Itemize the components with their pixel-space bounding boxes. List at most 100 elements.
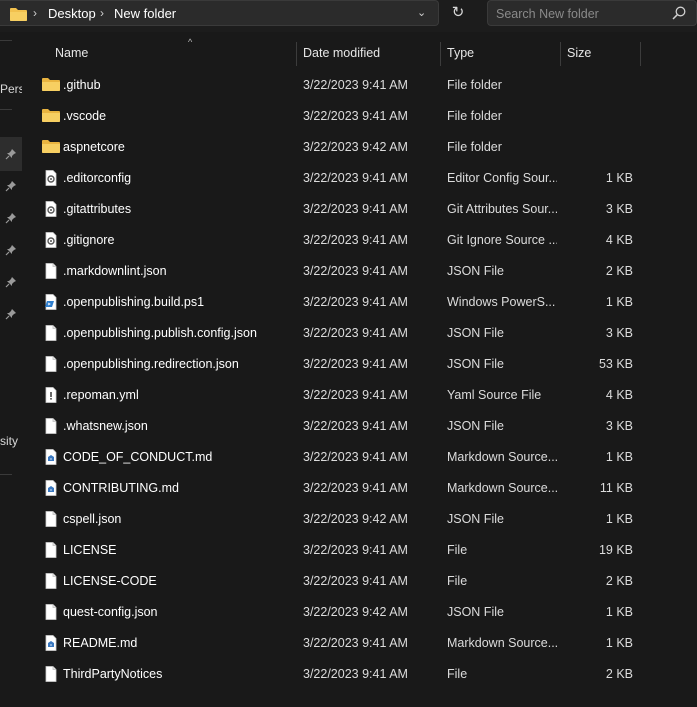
file-row[interactable]: aspnetcore 3/22/2023 9:42 AM File folder bbox=[22, 132, 697, 163]
refresh-button[interactable]: ↻ bbox=[445, 2, 471, 24]
powershell-file-icon bbox=[42, 294, 60, 310]
file-type: File bbox=[447, 574, 468, 588]
file-size: 1 KB bbox=[605, 636, 633, 650]
file-name: aspnetcore bbox=[63, 140, 125, 154]
file-type: File bbox=[447, 543, 468, 557]
chevron-down-icon[interactable]: ⌄ bbox=[417, 6, 426, 19]
file-type: Markdown Source... bbox=[447, 636, 557, 650]
pin-icon[interactable] bbox=[5, 244, 17, 256]
column-divider[interactable] bbox=[560, 42, 561, 66]
file-icon bbox=[42, 263, 60, 279]
config-file-icon bbox=[42, 232, 60, 248]
folder-icon bbox=[42, 108, 60, 124]
column-header-type[interactable]: Type bbox=[447, 46, 474, 60]
file-row[interactable]: .whatsnew.json 3/22/2023 9:41 AM JSON File… bbox=[22, 411, 697, 442]
file-type: File folder bbox=[447, 140, 502, 154]
file-size: 11 KB bbox=[599, 481, 633, 495]
file-name: README.md bbox=[63, 636, 138, 650]
search-box[interactable] bbox=[487, 0, 697, 26]
file-type: Editor Config Sour... bbox=[447, 171, 557, 185]
file-row[interactable]: .gitignore 3/22/2023 9:41 AM Git Ignore So… bbox=[22, 225, 697, 256]
file-date-modified: 3/22/2023 9:41 AM bbox=[303, 481, 408, 495]
file-row[interactable]: .openpublishing.redirection.json 3/22/202… bbox=[22, 349, 697, 380]
column-divider[interactable] bbox=[440, 42, 441, 66]
file-type: JSON File bbox=[447, 605, 504, 619]
column-header-date-modified[interactable]: Date modified bbox=[303, 46, 380, 60]
divider bbox=[0, 109, 12, 110]
file-row[interactable]: .gitattributes 3/22/2023 9:41 AM Git Attri… bbox=[22, 194, 697, 225]
file-row[interactable]: .openpublishing.build.ps1 3/22/2023 9:41 … bbox=[22, 287, 697, 318]
file-name: cspell.json bbox=[63, 512, 122, 526]
file-type: JSON File bbox=[447, 419, 504, 433]
file-row[interactable]: CODE_OF_CONDUCT.md 3/22/2023 9:41 AM Markd… bbox=[22, 442, 697, 473]
file-date-modified: 3/22/2023 9:41 AM bbox=[303, 357, 408, 371]
breadcrumb-new-folder[interactable]: New folder bbox=[114, 6, 176, 21]
file-name: .vscode bbox=[63, 109, 107, 123]
folder-icon bbox=[10, 7, 27, 24]
column-header-name[interactable]: Name bbox=[55, 46, 88, 60]
pin-icon[interactable] bbox=[5, 148, 17, 160]
file-type: File folder bbox=[447, 109, 502, 123]
column-header-size[interactable]: Size bbox=[567, 46, 591, 60]
file-date-modified: 3/22/2023 9:41 AM bbox=[303, 109, 408, 123]
file-date-modified: 3/22/2023 9:42 AM bbox=[303, 605, 408, 619]
file-row[interactable]: README.md 3/22/2023 9:41 AM Markdown Sourc… bbox=[22, 628, 697, 659]
file-row[interactable]: .vscode 3/22/2023 9:41 AM File folder bbox=[22, 101, 697, 132]
file-type: Markdown Source... bbox=[447, 481, 557, 495]
file-date-modified: 3/22/2023 9:41 AM bbox=[303, 326, 408, 340]
file-date-modified: 3/22/2023 9:41 AM bbox=[303, 264, 408, 278]
pin-icon[interactable] bbox=[5, 308, 17, 320]
file-row[interactable]: LICENSE-CODE 3/22/2023 9:41 AM File 2 KB bbox=[22, 566, 697, 597]
file-name: .github bbox=[63, 78, 101, 92]
file-row[interactable]: cspell.json 3/22/2023 9:42 AM JSON File 1 K… bbox=[22, 504, 697, 535]
folder-icon bbox=[42, 77, 60, 93]
file-name: quest-config.json bbox=[63, 605, 158, 619]
file-row[interactable]: quest-config.json 3/22/2023 9:42 AM JSON F… bbox=[22, 597, 697, 628]
address-bar[interactable]: › Desktop › New folder ⌄ bbox=[0, 0, 439, 26]
file-row[interactable]: ThirdPartyNotices 3/22/2023 9:41 AM File 2 … bbox=[22, 659, 697, 690]
file-row[interactable]: .openpublishing.publish.config.json 3/22/… bbox=[22, 318, 697, 349]
breadcrumb-desktop[interactable]: Desktop bbox=[48, 6, 96, 21]
file-row[interactable]: .editorconfig 3/22/2023 9:41 AM Editor Con… bbox=[22, 163, 697, 194]
file-size: 4 KB bbox=[605, 233, 633, 247]
file-date-modified: 3/22/2023 9:41 AM bbox=[303, 78, 408, 92]
file-type: Yaml Source File bbox=[447, 388, 542, 402]
yaml-file-icon bbox=[42, 387, 60, 403]
file-row[interactable]: LICENSE 3/22/2023 9:41 AM File 19 KB bbox=[22, 535, 697, 566]
pin-icon[interactable] bbox=[5, 212, 17, 224]
file-name: .openpublishing.publish.config.json bbox=[63, 326, 257, 340]
file-name: LICENSE-CODE bbox=[63, 574, 157, 588]
title-bar: › Desktop › New folder ⌄ ↻ bbox=[0, 0, 697, 32]
divider bbox=[0, 474, 12, 475]
file-name: .gitattributes bbox=[63, 202, 132, 216]
file-date-modified: 3/22/2023 9:41 AM bbox=[303, 543, 408, 557]
file-name: ThirdPartyNotices bbox=[63, 667, 163, 681]
file-row[interactable]: CONTRIBUTING.md 3/22/2023 9:41 AM Markdown… bbox=[22, 473, 697, 504]
breadcrumb-separator-icon: › bbox=[100, 6, 104, 20]
column-divider[interactable] bbox=[640, 42, 641, 66]
file-date-modified: 3/22/2023 9:41 AM bbox=[303, 295, 408, 309]
nav-item-university[interactable]: sity bbox=[0, 434, 22, 448]
file-date-modified: 3/22/2023 9:42 AM bbox=[303, 140, 408, 154]
file-date-modified: 3/22/2023 9:41 AM bbox=[303, 574, 408, 588]
file-name: CONTRIBUTING.md bbox=[63, 481, 179, 495]
file-name: .whatsnew.json bbox=[63, 419, 148, 433]
file-date-modified: 3/22/2023 9:41 AM bbox=[303, 667, 408, 681]
file-row[interactable]: .markdownlint.json 3/22/2023 9:41 AM JSON … bbox=[22, 256, 697, 287]
column-divider[interactable] bbox=[296, 42, 297, 66]
navigation-pane: Pers sity bbox=[0, 32, 22, 707]
file-name: .markdownlint.json bbox=[63, 264, 167, 278]
search-icon[interactable] bbox=[672, 6, 686, 23]
pin-icon[interactable] bbox=[5, 180, 17, 192]
file-name: CODE_OF_CONDUCT.md bbox=[63, 450, 213, 464]
column-header-row: ^ Name Date modified Type Size bbox=[22, 32, 697, 74]
nav-item-personal[interactable]: Pers bbox=[0, 82, 22, 96]
config-file-icon bbox=[42, 170, 60, 186]
file-icon bbox=[42, 542, 60, 558]
file-size: 2 KB bbox=[605, 264, 633, 278]
file-row[interactable]: .repoman.yml 3/22/2023 9:41 AM Yaml Source… bbox=[22, 380, 697, 411]
file-name: LICENSE bbox=[63, 543, 117, 557]
file-row[interactable]: .github 3/22/2023 9:41 AM File folder bbox=[22, 70, 697, 101]
search-input[interactable] bbox=[496, 5, 666, 23]
pin-icon[interactable] bbox=[5, 276, 17, 288]
